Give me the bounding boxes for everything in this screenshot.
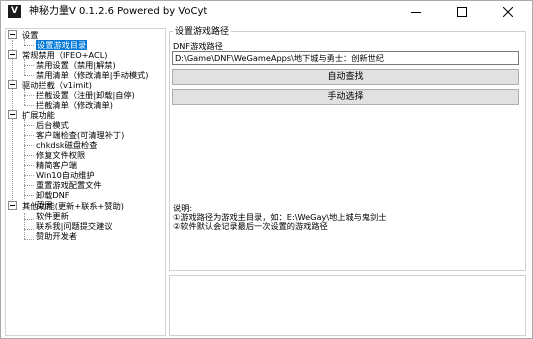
tree-connector xyxy=(24,155,34,156)
minimize-icon xyxy=(411,12,421,13)
collapse-icon[interactable] xyxy=(8,80,17,89)
tree-connector xyxy=(24,105,34,106)
log-output[interactable] xyxy=(169,275,526,336)
collapse-icon[interactable] xyxy=(8,201,17,210)
instructions-line-2: ②软件默认会记录最后一次设置的游戏路径 xyxy=(173,221,328,231)
tree-connector xyxy=(24,65,34,66)
tree-connector xyxy=(24,229,34,230)
tree-connector xyxy=(24,175,34,176)
tree-connector xyxy=(24,89,25,105)
title-bar[interactable]: V 神秘力量V 0.1.2.6 Powered by VoCyt xyxy=(1,1,532,23)
tree-connector xyxy=(24,95,34,96)
tree-connector xyxy=(12,40,13,206)
nav-tree[interactable]: 设置 设置游戏目录 常规禁用（IFEO+ACL) 禁用设置（禁用|解禁) 禁用清… xyxy=(5,28,166,336)
game-path-field[interactable]: D:\Game\DNF\WeGameApps\地下城与勇士：创新世纪 xyxy=(172,51,519,65)
tree-connector xyxy=(24,185,34,186)
tree-connector xyxy=(24,135,34,136)
main-window: V 神秘力量V 0.1.2.6 Powered by VoCyt 设置 设置游戏… xyxy=(0,0,533,339)
game-path-group xyxy=(169,31,526,271)
collapse-icon[interactable] xyxy=(8,110,17,119)
maximize-icon xyxy=(457,7,467,17)
tree-connector xyxy=(24,145,34,146)
tree-connector xyxy=(24,125,34,126)
group-title: 设置游戏路径 xyxy=(173,27,232,38)
maximize-button[interactable] xyxy=(439,1,485,23)
manual-select-button[interactable]: 手动选择 xyxy=(172,89,519,105)
close-button[interactable] xyxy=(485,1,531,23)
path-label: DNF游戏路径 xyxy=(173,41,223,51)
window-title: 神秘力量V 0.1.2.6 Powered by VoCyt xyxy=(29,6,208,17)
close-icon xyxy=(503,7,513,17)
tree-connector xyxy=(24,165,34,166)
auto-find-button[interactable]: 自动查找 xyxy=(172,69,519,85)
instructions: 说明: ①游戏路径为游戏主目录，如：E:\WeGay\地上城与鬼剑士 ②软件默认… xyxy=(173,204,386,231)
app-logo-icon: V xyxy=(8,5,21,18)
minimize-button[interactable] xyxy=(393,1,439,23)
tree-connector xyxy=(24,239,34,240)
collapse-icon[interactable] xyxy=(8,30,17,39)
tree-connector xyxy=(24,219,34,220)
tree-connector xyxy=(24,119,25,199)
collapse-icon[interactable] xyxy=(8,50,17,59)
tree-connector xyxy=(24,59,25,75)
tree-connector xyxy=(24,213,25,239)
tree-connector xyxy=(24,45,34,46)
tree-connector xyxy=(24,195,34,196)
tree-connector xyxy=(24,75,34,76)
